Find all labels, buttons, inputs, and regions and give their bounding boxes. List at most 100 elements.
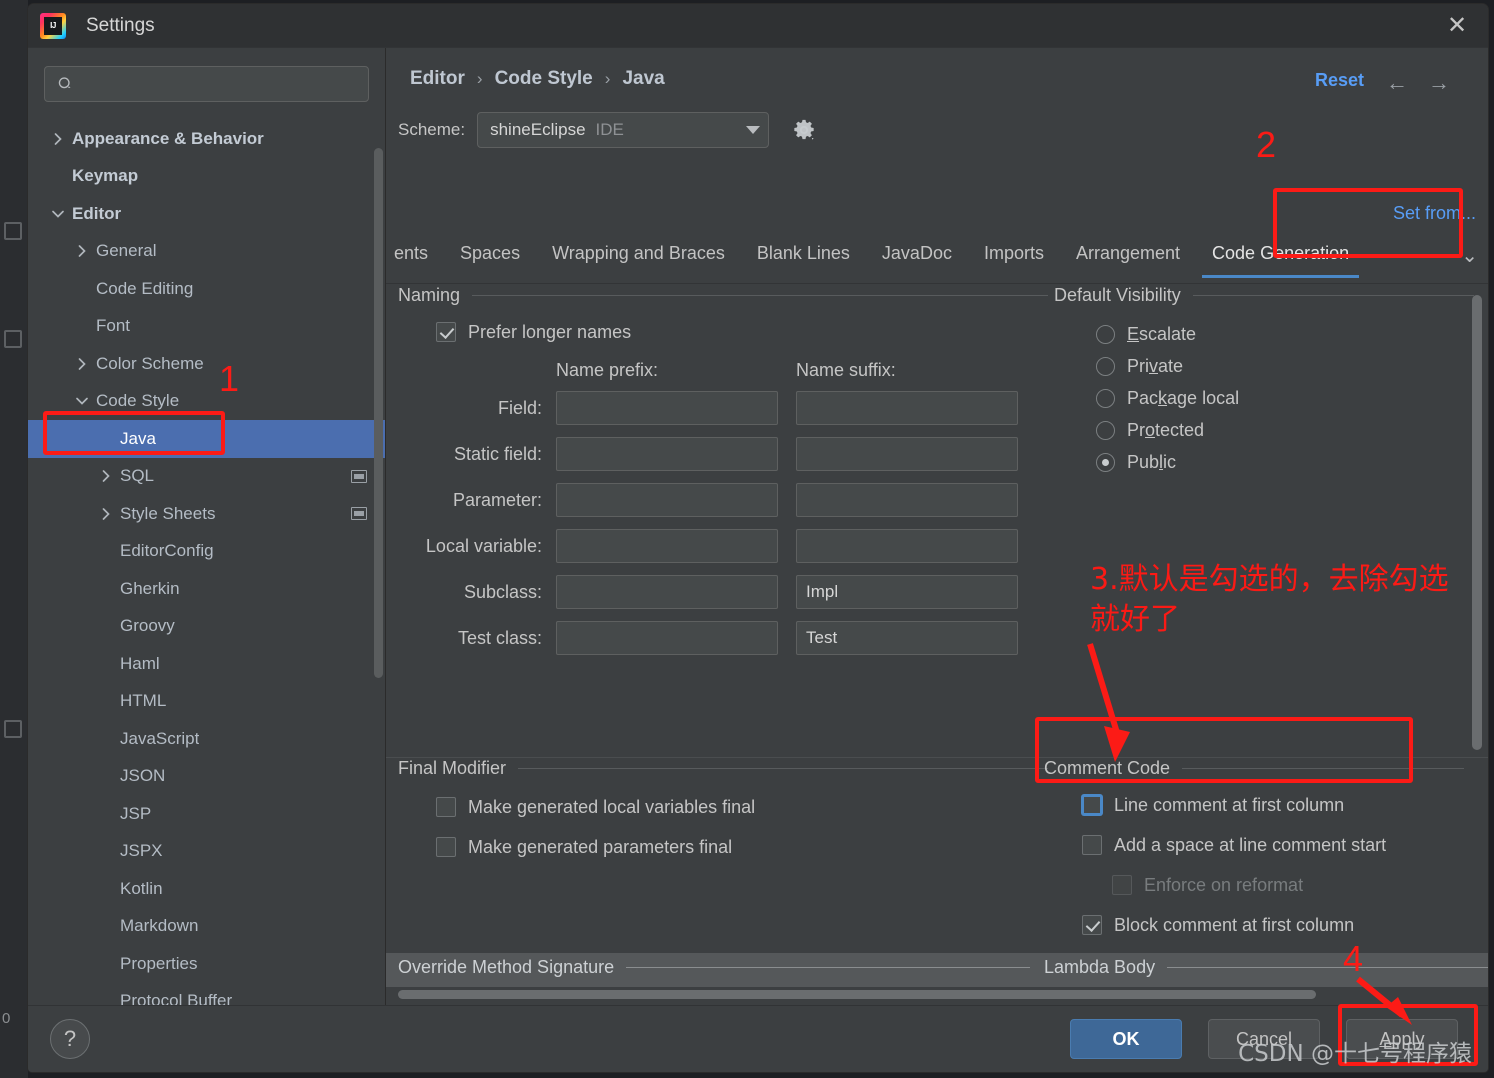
chevron-right-icon[interactable] — [98, 468, 114, 484]
sidebar-item-html[interactable]: HTML — [28, 683, 385, 721]
set-from-link[interactable]: Set from... — [1393, 203, 1476, 224]
sidebar-item-markdown[interactable]: Markdown — [28, 908, 385, 946]
tab-spaces[interactable]: Spaces — [444, 240, 536, 278]
sidebar-item-sql[interactable]: SQL — [28, 458, 385, 496]
radio-icon[interactable] — [1096, 388, 1115, 408]
forward-arrow-icon[interactable]: → — [1428, 70, 1450, 96]
search-box[interactable] — [44, 66, 369, 102]
chevron-right-icon[interactable] — [74, 356, 90, 372]
sidebar-item-haml[interactable]: Haml — [28, 645, 385, 683]
sidebar-item-style-sheets[interactable]: Style Sheets — [28, 495, 385, 533]
radio-icon[interactable] — [1096, 452, 1115, 472]
sidebar-item-editorconfig[interactable]: EditorConfig — [28, 533, 385, 571]
breadcrumb-item-editor[interactable]: Editor — [410, 68, 465, 90]
sidebar-item-jsp[interactable]: JSP — [28, 795, 385, 833]
group-divider — [626, 967, 1030, 968]
visibility-option-protected[interactable]: Protected — [1096, 414, 1488, 446]
naming-column: Naming Prefer longer names Name prefix: … — [398, 285, 1048, 667]
sidebar-item-label: EditorConfig — [120, 541, 214, 561]
chevron-right-icon[interactable] — [50, 131, 66, 147]
final-modifier-checkbox-make-generated-local-variables-final[interactable]: Make generated local variables final — [436, 787, 1048, 827]
visibility-option-package-local[interactable]: Package local — [1096, 382, 1488, 414]
chevron-down-icon[interactable] — [74, 393, 90, 409]
tab-wrapping-and-braces[interactable]: Wrapping and Braces — [536, 240, 741, 278]
apply-button[interactable]: Apply — [1346, 1019, 1458, 1059]
tab-javadoc[interactable]: JavaDoc — [866, 240, 968, 278]
sidebar-item-jspx[interactable]: JSPX — [28, 833, 385, 871]
scheme-dropdown[interactable]: shineEclipse IDE — [477, 112, 770, 148]
sidebar-item-appearance-behavior[interactable]: Appearance & Behavior — [28, 120, 385, 158]
name-suffix-input[interactable] — [796, 391, 1018, 425]
ok-button[interactable]: OK — [1070, 1019, 1182, 1059]
comment-code-checkbox-add-a-space-at-line-comment-start[interactable]: Add a space at line comment start — [1082, 825, 1488, 865]
name-prefix-input[interactable] — [556, 575, 778, 609]
background-mark-icon — [4, 330, 22, 348]
radio-icon[interactable] — [1096, 324, 1115, 344]
breadcrumb-item-java[interactable]: Java — [622, 68, 664, 90]
gear-icon[interactable] — [791, 117, 817, 143]
chevron-down-icon[interactable] — [50, 206, 66, 222]
breadcrumb-item-code-style[interactable]: Code Style — [495, 68, 593, 90]
tab-arrangement[interactable]: Arrangement — [1060, 240, 1196, 278]
comment-code-checkbox-line-comment-at-first-column[interactable]: Line comment at first column — [1082, 785, 1488, 825]
comment-code-checkbox-block-comment-at-first-column[interactable]: Block comment at first column — [1082, 905, 1488, 945]
sidebar-item-java[interactable]: Java — [28, 420, 385, 458]
sidebar-item-groovy[interactable]: Groovy — [28, 608, 385, 646]
sidebar-item-code-editing[interactable]: Code Editing — [28, 270, 385, 308]
help-icon[interactable]: ? — [50, 1019, 90, 1059]
tab-imports[interactable]: Imports — [968, 240, 1060, 278]
name-prefix-input[interactable] — [556, 391, 778, 425]
name-suffix-input[interactable] — [796, 575, 1018, 609]
tab-blank-lines[interactable]: Blank Lines — [741, 240, 866, 278]
sidebar-item-json[interactable]: JSON — [28, 758, 385, 796]
radio-icon[interactable] — [1096, 356, 1115, 376]
checkbox-icon[interactable] — [436, 837, 456, 857]
background-ide-strip: 0 — [0, 0, 28, 1078]
visibility-option-public[interactable]: Public — [1096, 446, 1488, 478]
chevron-right-icon[interactable] — [98, 506, 114, 522]
checkbox-icon[interactable] — [1082, 835, 1102, 855]
name-suffix-input[interactable] — [796, 437, 1018, 471]
sidebar-item-kotlin[interactable]: Kotlin — [28, 870, 385, 908]
cancel-button[interactable]: Cancel — [1208, 1019, 1320, 1059]
sidebar-item-color-scheme[interactable]: Color Scheme — [28, 345, 385, 383]
checkbox-icon[interactable] — [1082, 795, 1102, 815]
name-prefix-input[interactable] — [556, 483, 778, 517]
chevron-right-icon[interactable] — [74, 243, 90, 259]
horizontal-scrollbar[interactable] — [398, 990, 1316, 999]
tab-ents[interactable]: ents — [394, 240, 444, 278]
name-prefix-input[interactable] — [556, 529, 778, 563]
sidebar-item-label: Code Style — [96, 391, 180, 411]
radio-icon[interactable] — [1096, 420, 1115, 440]
tab-code-generation[interactable]: Code Generation — [1196, 240, 1365, 278]
chevron-down-icon — [746, 126, 761, 134]
name-prefix-input[interactable] — [556, 437, 778, 471]
tab-overflow-chevron-down-icon[interactable]: ⌄ — [1461, 240, 1478, 268]
checkbox-icon[interactable] — [436, 797, 456, 817]
sidebar-scrollbar[interactable] — [374, 148, 383, 678]
prefer-longer-names-checkbox[interactable] — [436, 322, 456, 342]
sidebar-item-general[interactable]: General — [28, 233, 385, 271]
name-prefix-input[interactable] — [556, 621, 778, 655]
sidebar-item-javascript[interactable]: JavaScript — [28, 720, 385, 758]
sidebar-item-properties[interactable]: Properties — [28, 945, 385, 983]
name-suffix-input[interactable] — [796, 483, 1018, 517]
final-modifier-checkbox-make-generated-parameters-final[interactable]: Make generated parameters final — [436, 827, 1048, 867]
sidebar-item-editor[interactable]: Editor — [28, 195, 385, 233]
checkbox-icon[interactable] — [1082, 915, 1102, 935]
name-suffix-input[interactable] — [796, 529, 1018, 563]
visibility-option-private[interactable]: Private — [1096, 350, 1488, 382]
sidebar-item-code-style[interactable]: Code Style — [28, 383, 385, 421]
sidebar-item-keymap[interactable]: Keymap — [28, 158, 385, 196]
name-suffix-input[interactable] — [796, 621, 1018, 655]
close-icon[interactable]: ✕ — [1444, 14, 1470, 40]
prefer-longer-names-row[interactable]: Prefer longer names — [436, 312, 1048, 352]
settings-vertical-scrollbar[interactable] — [1472, 295, 1482, 750]
sidebar-item-gherkin[interactable]: Gherkin — [28, 570, 385, 608]
visibility-option-escalate[interactable]: Escalate — [1096, 318, 1488, 350]
search-input[interactable] — [80, 75, 360, 93]
back-arrow-icon[interactable]: ← — [1386, 70, 1408, 96]
reset-link[interactable]: Reset — [1315, 70, 1364, 91]
sidebar-item-protocol-buffer[interactable]: Protocol Buffer — [28, 983, 385, 1005]
sidebar-item-font[interactable]: Font — [28, 308, 385, 346]
